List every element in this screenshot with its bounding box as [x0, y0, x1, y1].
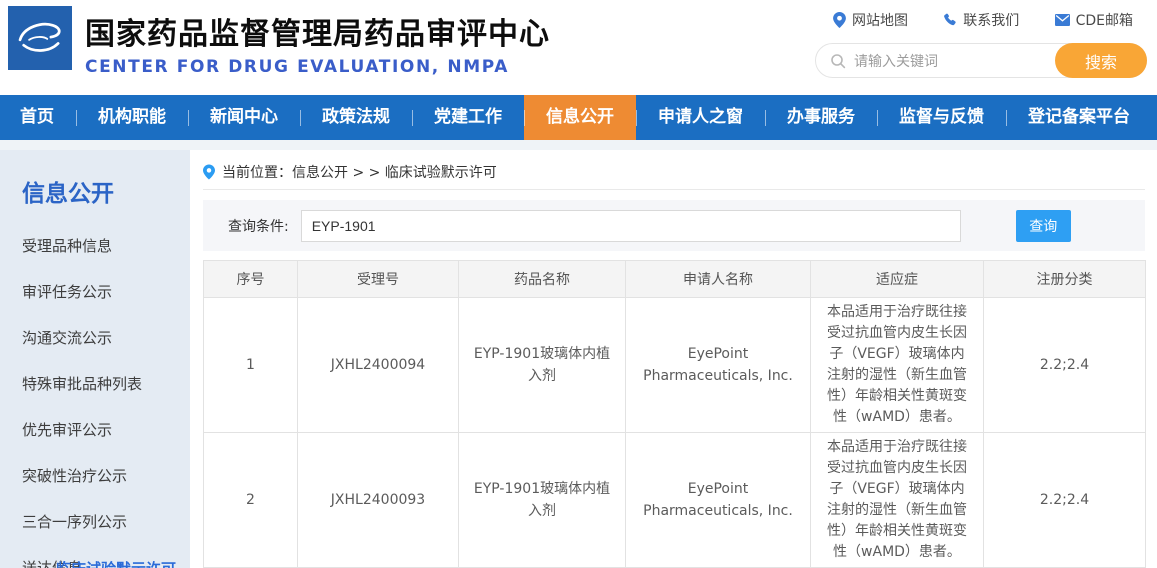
sidebar-title: 信息公开	[22, 181, 114, 207]
query-input[interactable]	[300, 209, 961, 242]
sidebar: 信息公开 受理品种信息 审评任务公示 沟通交流公示 特殊审批品种列表 优先审评公示 突破性…	[0, 150, 190, 568]
map-pin-icon	[833, 12, 846, 28]
quick-links: 网站地图 联系我们 CDE邮箱	[815, 10, 1147, 30]
sidebar-item[interactable]: 受理品种信息	[22, 222, 190, 268]
phone-icon	[943, 13, 957, 27]
nav-item-3[interactable]: 新闻中心	[188, 95, 300, 140]
query-button[interactable]: 查询	[1015, 209, 1071, 242]
breadcrumb-text: 当前位置：信息公开 > > 临床试验默示许可	[222, 164, 497, 181]
top-strip	[0, 140, 1157, 150]
site-search-button[interactable]: 搜索	[1055, 43, 1147, 78]
cell-reg-class: 2.2;2.4	[983, 297, 1146, 433]
table-header-row: 序号 受理号 药品名称 申请人名称 适应症 注册分类	[203, 260, 1146, 298]
results-table: 序号 受理号 药品名称 申请人名称 适应症 注册分类 1 JXHL2400094 EYP-19…	[203, 260, 1146, 568]
column-header: 受理号	[297, 260, 459, 298]
main-nav: 首页 机构职能 新闻中心 政策法规 党建工作 信息公开 申请人之窗 办事服务 监督与反馈 登记备案…	[0, 95, 1157, 140]
header-link-label: 网站地图	[852, 13, 908, 29]
site-search-input[interactable]	[854, 52, 1050, 69]
header-link-label: CDE邮箱	[1075, 13, 1133, 29]
main-content: 当前位置：信息公开 > > 临床试验默示许可 查询条件: 查询 序号受理号药品名…	[203, 150, 1146, 568]
sidebar-item[interactable]: 优先审评公示	[22, 406, 190, 452]
header-link-label: 联系我们	[963, 13, 1020, 29]
site-header: 国家药品监督管理局药品审评中心 CENTER FOR DRUG EVALUATI…	[0, 0, 1157, 95]
sidebar-item[interactable]: 特殊审批品种列表	[22, 360, 190, 406]
nav-item-5[interactable]: 党建工作	[412, 95, 524, 140]
column-header: 注册分类	[983, 260, 1146, 298]
sidebar-item[interactable]: 审评任务公示	[22, 268, 190, 314]
nav-item-10[interactable]: 登记备案平台	[1006, 95, 1152, 140]
nav-item-4[interactable]: 政策法规	[300, 95, 412, 140]
location-pin-icon	[203, 164, 215, 180]
cell-acceptance-no: JXHL2400094	[297, 297, 459, 433]
column-header: 适应症	[810, 260, 984, 298]
header-link[interactable]: 联系我们	[943, 10, 1019, 30]
cell-reg-class: 2.2;2.4	[983, 432, 1146, 568]
sidebar-item[interactable]: 三合一序列公示	[22, 498, 190, 544]
nav-item-8[interactable]: 办事服务	[765, 95, 877, 140]
cell-indication: 本品适用于治疗既往接受过抗血管内皮生长因子（VEGF）玻璃体内注射的湿性（新生血…	[810, 297, 984, 433]
breadcrumb: 当前位置：信息公开 > > 临床试验默示许可	[203, 150, 1145, 190]
nav-item-6[interactable]: 信息公开	[524, 95, 636, 140]
table-body: 1 JXHL2400094 EYP-1901玻璃体内植入剂 EyePoint Phar…	[203, 297, 1146, 568]
nav-item-2[interactable]: 机构职能	[76, 95, 188, 140]
cell-drug-name: EYP-1901玻璃体内植入剂	[458, 297, 626, 433]
column-header: 药品名称	[458, 260, 626, 298]
query-panel: 查询条件: 查询	[203, 200, 1145, 251]
cell-no: 1	[203, 297, 298, 433]
cde-logo-emblem	[18, 22, 61, 52]
column-header: 序号	[203, 260, 298, 298]
cell-no: 2	[203, 432, 298, 568]
nav-item-9[interactable]: 监督与反馈	[877, 95, 1006, 140]
cell-indication: 本品适用于治疗既往接受过抗血管内皮生长因子（VEGF）玻璃体内注射的湿性（新生血…	[810, 432, 984, 568]
cde-logo	[8, 6, 72, 70]
mail-icon	[1054, 14, 1070, 26]
site-titles: 国家药品监督管理局药品审评中心 CENTER FOR DRUG EVALUATI…	[85, 9, 550, 77]
search-icon	[830, 53, 846, 69]
cell-acceptance-no: JXHL2400093	[297, 432, 459, 568]
sidebar-item[interactable]: 突破性治疗公示	[22, 452, 190, 498]
content-row: 信息公开 受理品种信息 审评任务公示 沟通交流公示 特殊审批品种列表 优先审评公示 突破性…	[0, 150, 1157, 568]
column-header: 申请人名称	[625, 260, 811, 298]
cell-drug-name: EYP-1901玻璃体内植入剂	[458, 432, 626, 568]
site-title: 国家药品监督管理局药品审评中心	[85, 17, 550, 52]
sidebar-item-partial[interactable]: 临床试验默示许可	[56, 559, 176, 568]
sidebar-item[interactable]: 沟通交流公示	[22, 314, 190, 360]
site-subtitle: CENTER FOR DRUG EVALUATION, NMPA	[85, 57, 509, 77]
query-label: 查询条件:	[228, 218, 289, 235]
nav-item-7[interactable]: 申请人之窗	[636, 95, 765, 140]
table-row: 2 JXHL2400093 EYP-1901玻璃体内植入剂 EyePoint Phar…	[203, 432, 1146, 568]
table-row: 1 JXHL2400094 EYP-1901玻璃体内植入剂 EyePoint Phar…	[203, 297, 1146, 433]
nav-item-1[interactable]: 首页	[0, 95, 76, 140]
header-right: 网站地图 联系我们 CDE邮箱 搜索	[815, 10, 1147, 78]
cell-applicant: EyePoint Pharmaceuticals, Inc.	[625, 432, 811, 568]
header-link[interactable]: CDE邮箱	[1054, 10, 1133, 30]
sidebar-menu: 受理品种信息 审评任务公示 沟通交流公示 特殊审批品种列表 优先审评公示 突破性治疗公示三…	[22, 222, 190, 568]
site-search: 搜索	[815, 43, 1147, 78]
cell-applicant: EyePoint Pharmaceuticals, Inc.	[625, 297, 811, 433]
header-link[interactable]: 网站地图	[833, 10, 908, 30]
